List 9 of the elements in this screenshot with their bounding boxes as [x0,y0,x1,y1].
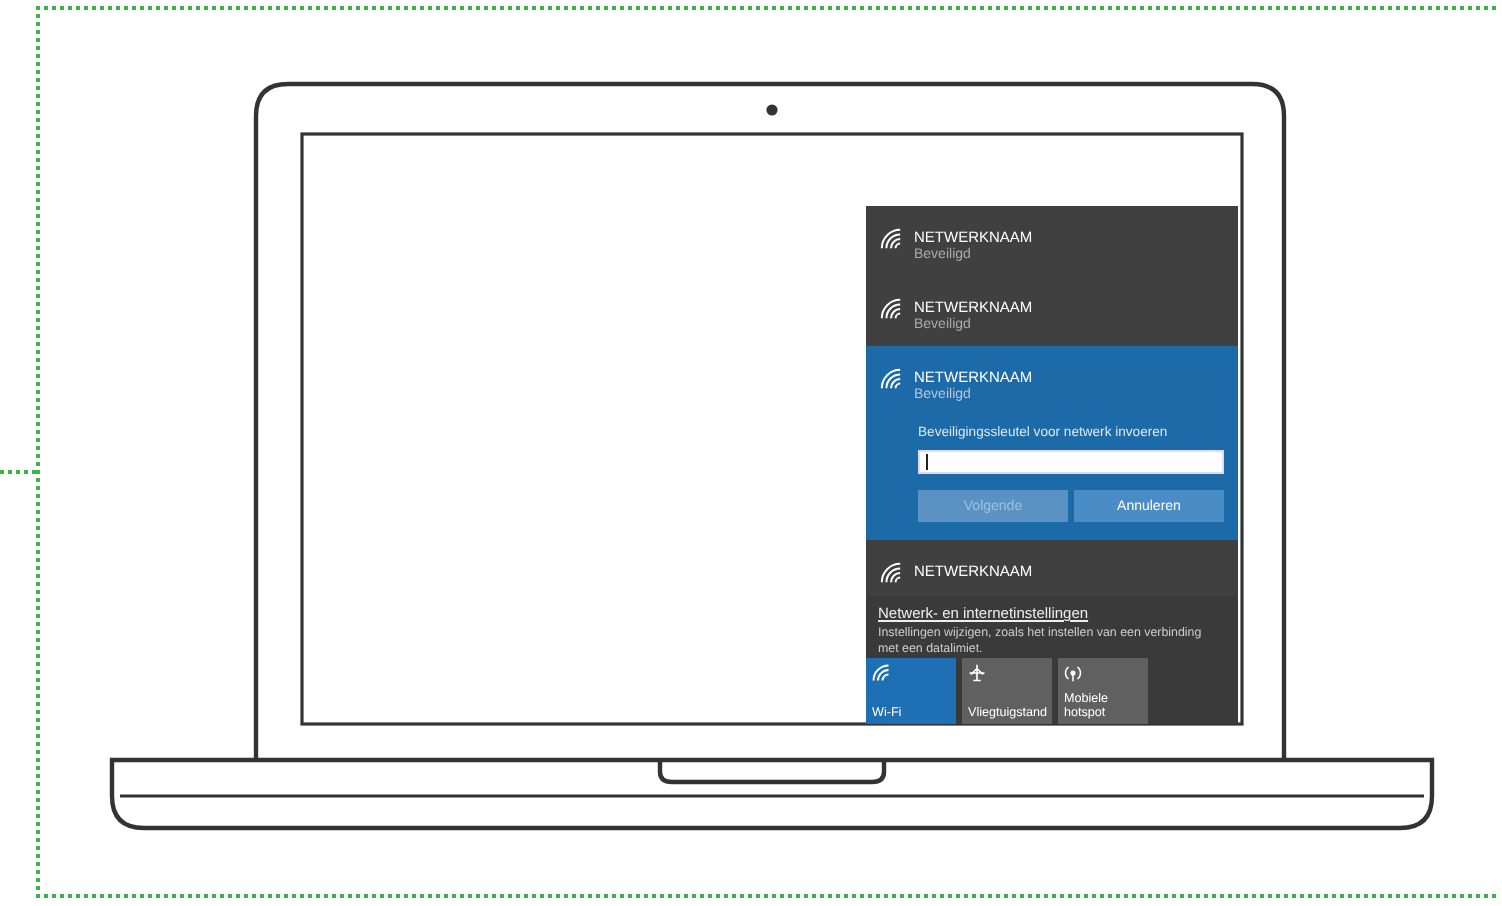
wifi-icon [880,298,902,320]
wifi-icon [880,368,902,390]
hotspot-icon [1064,664,1082,682]
wifi-icon [880,562,902,584]
leader-line [0,470,36,474]
wifi-icon [872,664,890,682]
wifi-icon [880,228,902,250]
security-key-field[interactable] [918,450,1224,474]
airplane-icon [968,664,986,682]
